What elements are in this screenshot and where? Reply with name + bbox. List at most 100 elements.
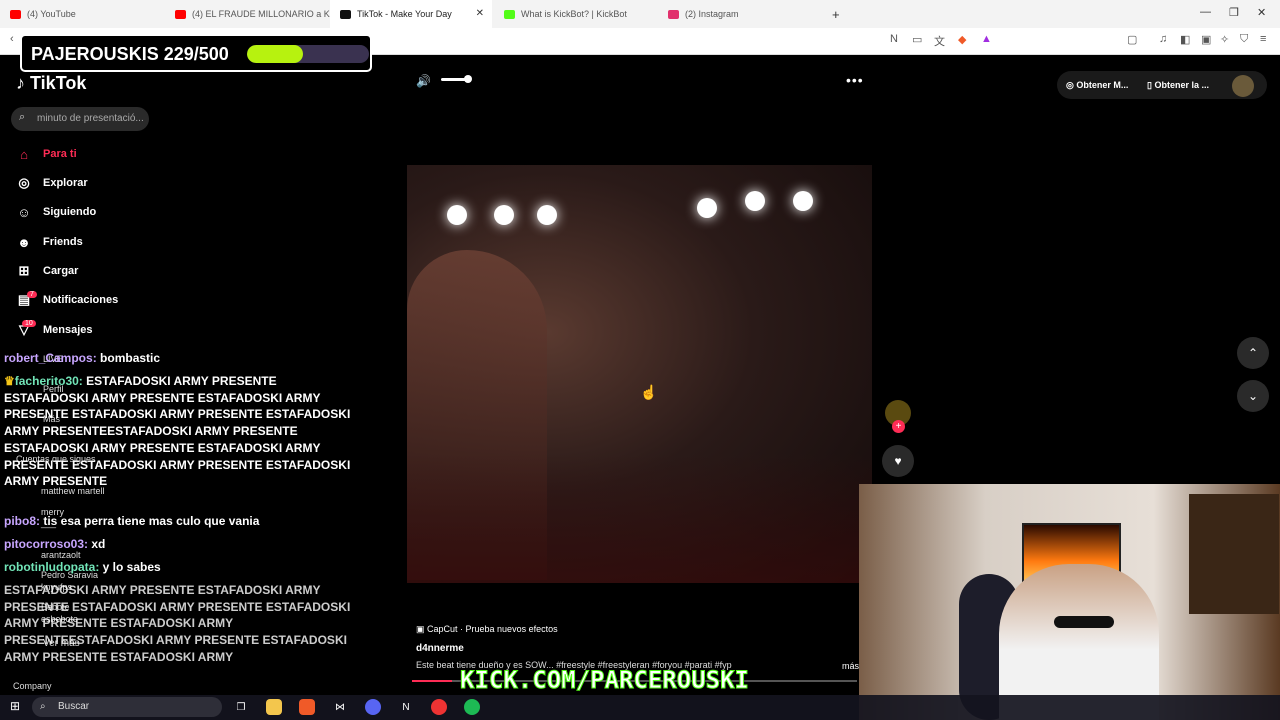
sidebar-icon[interactable]: ▢ — [1127, 33, 1137, 46]
spotify-icon[interactable] — [464, 699, 480, 715]
media-icon[interactable]: ♫ — [1159, 33, 1167, 45]
taskbar-search-label: Buscar — [58, 701, 90, 712]
chat-text: xd — [91, 537, 106, 551]
tiktok-note-icon: ♪ — [16, 73, 25, 93]
sidebar-item-para-ti[interactable]: ⌂ Para ti — [16, 146, 77, 162]
avatar[interactable] — [1232, 75, 1254, 97]
sunglasses — [1054, 616, 1114, 628]
rewards-icon[interactable]: ▲ — [981, 33, 992, 45]
cast-icon[interactable]: ▭ — [912, 33, 922, 46]
chat-username: robotinludopata — [4, 560, 96, 574]
instagram-icon — [668, 9, 679, 19]
volume-knob[interactable] — [464, 75, 472, 83]
menu-icon[interactable]: ≡ — [1260, 33, 1266, 45]
webcam-overlay — [859, 484, 1280, 720]
button-label: Obtener la ... — [1154, 80, 1209, 90]
chat-text: ESTAFADOSKI ARMY PRESENTE ESTAFADOSKI AR… — [4, 374, 351, 489]
more-link[interactable]: más — [842, 661, 859, 671]
file-explorer-icon[interactable] — [266, 699, 282, 715]
friends-icon: ☻ — [17, 234, 31, 250]
new-tab-button[interactable]: + — [822, 0, 846, 28]
window-close-icon[interactable]: ✕ — [1257, 6, 1266, 19]
vpn-icon[interactable]: ⛉ — [1240, 33, 1248, 46]
company-link[interactable]: Company — [13, 681, 52, 691]
plus-icon: + — [832, 6, 840, 22]
chat-username: facherito30 — [14, 374, 79, 388]
tab-label: (4) EL FRAUDE MILLONARIO a KICK p... — [192, 9, 330, 19]
get-app-button[interactable]: ◎ Obtener M... — [1066, 74, 1128, 96]
stage-light — [447, 205, 467, 225]
tab-label: (2) Instagram — [685, 9, 739, 19]
tiktok-logo-text: TikTok — [30, 73, 87, 93]
cursor-hand-icon: ☝ — [640, 384, 658, 400]
chat-message: ♛facherito30: ESTAFADOSKI ARMY PRESENTE … — [4, 374, 351, 489]
extension-icon[interactable]: N — [890, 33, 898, 45]
capcut-tag[interactable]: ▣ CapCut · Prueba nuevos efectos — [416, 624, 558, 635]
video-progress-fill — [412, 680, 452, 682]
browser-tab-bar: (4) YouTube (4) EL FRAUDE MILLONARIO a K… — [0, 0, 1280, 28]
video-author[interactable]: d4nnerme — [416, 643, 464, 654]
chat-text: y lo sabes — [102, 560, 161, 574]
brave-icon[interactable] — [299, 699, 315, 715]
sidebar-item-cargar[interactable]: ⊞ Cargar — [16, 263, 79, 279]
following-icon: ☺ — [17, 204, 31, 220]
sidebar-item-label: Mensajes — [43, 324, 93, 336]
chevron-up-icon[interactable]: ⌃ — [1237, 337, 1269, 369]
crowd — [407, 453, 872, 583]
tab-kickbot[interactable]: What is KickBot? | KickBot — [494, 0, 656, 28]
volume-slider[interactable] — [441, 75, 472, 83]
stage-light — [793, 191, 813, 211]
windows-start-icon[interactable]: ⊞ — [10, 699, 20, 713]
tab-label: (4) YouTube — [27, 9, 76, 19]
kick-channel-overlay: KICK.COM/PARCEROUSKI — [460, 666, 750, 695]
chat-message: robotinludopata: y lo sabes — [4, 560, 161, 574]
follow-plus-icon[interactable]: + — [892, 420, 905, 433]
upload-icon: ⊞ — [18, 263, 30, 278]
chat-username: robert_Campos — [4, 351, 93, 365]
capcut-icon: ▣ — [416, 624, 428, 634]
search-input[interactable]: ⌕ minuto de presentació... — [11, 107, 149, 131]
tiktok-logo[interactable]: ♪ TikTok — [16, 73, 86, 94]
minimize-icon[interactable]: — — [1200, 6, 1211, 18]
like-heart-icon[interactable]: ♥ — [882, 445, 914, 477]
app-icon: ◎ — [1066, 79, 1077, 90]
notion-icon[interactable]: N — [398, 699, 414, 715]
sidebar-item-label: Friends — [43, 236, 83, 248]
crown-icon: ♛ — [4, 374, 15, 388]
capcut-label: CapCut · Prueba nuevos efectos — [427, 624, 558, 634]
restore-icon[interactable]: ❐ — [1229, 6, 1239, 19]
split-view-icon[interactable]: ◧ — [1180, 33, 1190, 46]
youtube-icon — [175, 9, 186, 19]
more-options-icon[interactable]: ••• — [846, 72, 864, 88]
close-icon[interactable]: ✕ — [476, 8, 484, 19]
tab-tiktok[interactable]: TikTok - Make Your Day ✕ — [330, 0, 492, 28]
messages-badge: 10 — [22, 320, 36, 327]
goal-progress-fill — [247, 45, 303, 63]
brave-shield-icon[interactable]: ◆ — [958, 33, 966, 46]
task-view-icon[interactable]: ❒ — [233, 699, 249, 715]
wallet-icon[interactable]: ▣ — [1201, 33, 1211, 46]
tab-label: TikTok - Make Your Day — [357, 9, 452, 19]
sidebar-item-siguiendo[interactable]: ☺ Siguiendo — [16, 204, 96, 220]
chevron-down-icon[interactable]: ⌄ — [1237, 380, 1269, 412]
taskbar-search[interactable]: Buscar ⌕ — [32, 697, 222, 717]
tab-label: What is KickBot? | KickBot — [521, 9, 627, 19]
sidebar-item-friends[interactable]: ☻ Friends — [16, 234, 83, 250]
search-icon: ⌕ — [40, 701, 46, 712]
shelf — [1189, 494, 1279, 614]
video-player[interactable]: ☝ — [407, 165, 872, 583]
back-icon[interactable]: ‹ — [10, 33, 14, 45]
ai-icon[interactable]: ✧ — [1220, 33, 1229, 46]
tab-youtube[interactable]: (4) YouTube — [0, 0, 165, 28]
tab-instagram[interactable]: (2) Instagram — [658, 0, 820, 28]
app-icon[interactable]: ⋈ — [332, 699, 348, 715]
discord-icon[interactable] — [365, 699, 381, 715]
volume-icon[interactable]: 🔊 — [416, 74, 431, 88]
get-desktop-button[interactable]: ▯ Obtener la ... — [1147, 74, 1209, 96]
tab-youtube-video[interactable]: (4) EL FRAUDE MILLONARIO a KICK p... — [165, 0, 330, 28]
sidebar-item-label: Siguiendo — [43, 206, 97, 218]
obs-icon[interactable] — [431, 699, 447, 715]
sidebar-item-explorar[interactable]: ◎ Explorar — [16, 175, 87, 191]
goal-label: PAJEROUSKIS 229/500 — [31, 44, 229, 64]
translate-icon[interactable]: 文 — [934, 33, 945, 49]
